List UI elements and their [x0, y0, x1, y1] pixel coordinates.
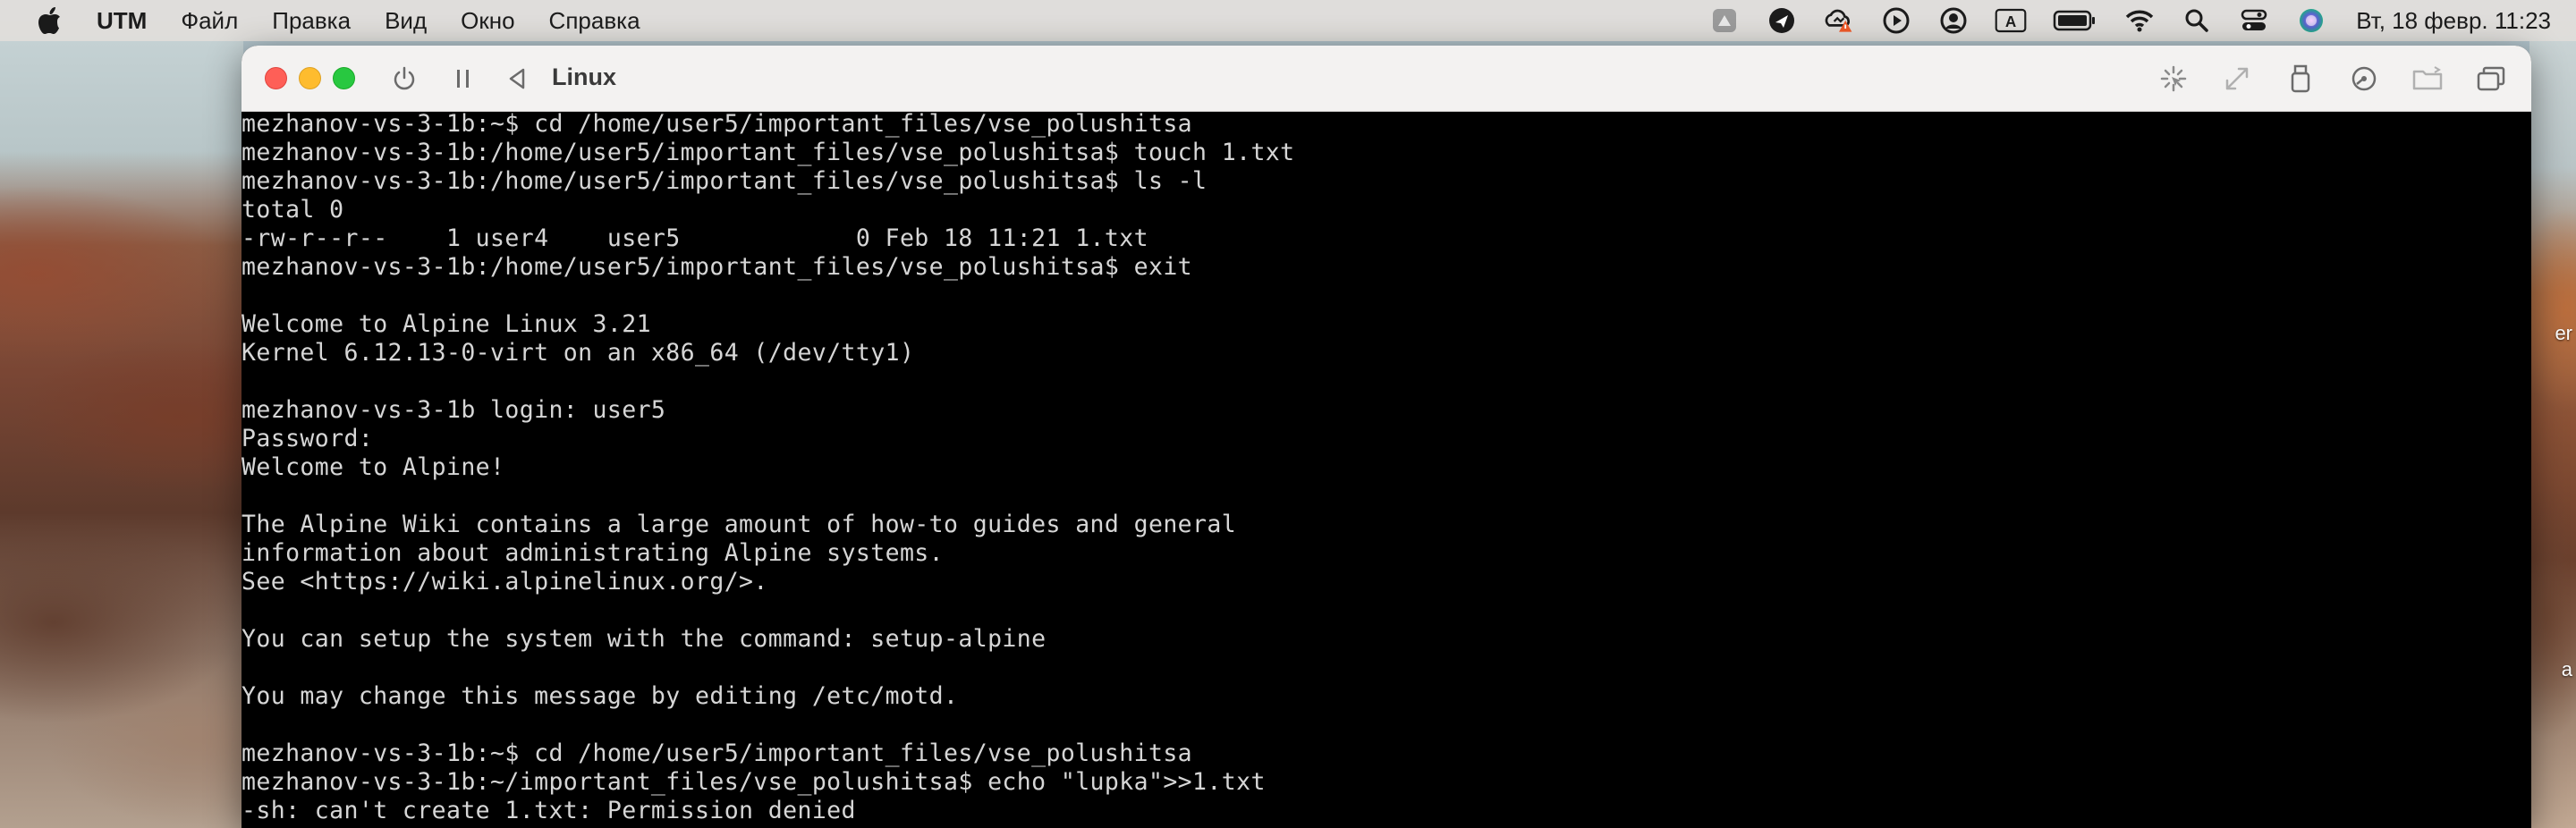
siri-icon[interactable]: [2295, 4, 2327, 37]
maximize-window-button[interactable]: [333, 67, 355, 89]
terminal-line: Welcome to Alpine!: [242, 453, 505, 481]
play-circle-icon[interactable]: [1880, 4, 1912, 37]
desktop-wallpaper-right: er a: [2529, 41, 2576, 828]
menu-window[interactable]: Окно: [461, 7, 514, 35]
terminal-line: The Alpine Wiki contains a large amount …: [242, 511, 1237, 538]
cursor-capture-icon[interactable]: [2157, 63, 2190, 95]
windows-icon[interactable]: [2475, 63, 2507, 95]
input-source-label: A: [2005, 13, 2016, 30]
terminal-line: Welcome to Alpine Linux 3.21: [242, 310, 651, 338]
close-window-button[interactable]: [265, 67, 287, 89]
battery-icon[interactable]: [2052, 4, 2098, 37]
terminal-line: mezhanov-vs-3-1b:~/important_files/vse_p…: [242, 768, 1266, 796]
terminal-line: mezhanov-vs-3-1b:~$ cd /home/user5/impor…: [242, 739, 1193, 767]
search-icon[interactable]: [2181, 4, 2213, 37]
terminal-line: Kernel 6.12.13-0-virt on an x86_64 (/dev…: [242, 339, 915, 367]
usb-icon[interactable]: [2284, 63, 2317, 95]
menu-view[interactable]: Вид: [385, 7, 427, 35]
menu-app-name[interactable]: UTM: [97, 7, 147, 35]
cloud-warning-icon[interactable]: [1823, 4, 1855, 37]
drive-icon[interactable]: [1708, 4, 1741, 37]
terminal-line: total 0: [242, 196, 344, 224]
power-icon[interactable]: [388, 63, 420, 95]
terminal-line: information about administrating Alpine …: [242, 539, 945, 567]
menu-help[interactable]: Справка: [549, 7, 640, 35]
user-circle-icon[interactable]: [1937, 4, 1970, 37]
terminal-line: mezhanov-vs-3-1b:/home/user5/important_f…: [242, 253, 1193, 281]
terminal-line: You may change this message by editing /…: [242, 682, 959, 710]
apple-icon[interactable]: [36, 5, 63, 36]
shared-folder-icon[interactable]: [2411, 63, 2444, 95]
menu-bar: UTM Файл Правка Вид Окно Справка A Вт, 1…: [0, 0, 2576, 41]
resize-icon[interactable]: [2221, 63, 2253, 95]
terminal-line: mezhanov-vs-3-1b:/home/user5/important_f…: [242, 167, 1208, 195]
menu-file[interactable]: Файл: [181, 7, 238, 35]
menu-bar-clock[interactable]: Вт, 18 февр. 11:23: [2356, 7, 2551, 35]
terminal-line: mezhanov-vs-3-1b login: user5: [242, 396, 666, 424]
terminal-line: Password:: [242, 425, 374, 452]
window-titlebar: Linux: [242, 46, 2531, 112]
terminal-line: See <https://wiki.alpinelinux.org/>.: [242, 568, 768, 596]
terminal-line: You can setup the system with the comman…: [242, 625, 1046, 653]
terminal-line: -rw-r--r-- 1 user4 user5 0 Feb 18 11:21 …: [242, 224, 1148, 252]
desktop-item-label[interactable]: a: [2562, 658, 2572, 681]
menu-edit[interactable]: Правка: [272, 7, 351, 35]
input-source-a-icon[interactable]: A: [1995, 4, 2027, 37]
utm-window: Linux mezhanov-vs-3-1b:~$ cd /home/user5…: [242, 46, 2531, 828]
minimize-window-button[interactable]: [299, 67, 321, 89]
terminal-line: mezhanov-vs-3-1b:/home/user5/important_f…: [242, 139, 1295, 166]
disk-icon[interactable]: [2348, 63, 2380, 95]
mail-arrow-icon[interactable]: [1766, 4, 1798, 37]
desktop-wallpaper-left: [0, 41, 243, 828]
desktop-item-label[interactable]: er: [2555, 322, 2572, 345]
terminal-line: -sh: can't create 1.txt: Permission deni…: [242, 797, 856, 824]
vm-terminal-display[interactable]: mezhanov-vs-3-1b:~$ cd /home/user5/impor…: [242, 110, 2531, 828]
window-title: Linux: [552, 63, 616, 90]
control-center-icon[interactable]: [2238, 4, 2270, 37]
terminal-line: mezhanov-vs-3-1b:~$ cd /home/user5/impor…: [242, 110, 1193, 138]
menu-bar-status-area: A Вт, 18 февр. 11:23: [1708, 0, 2551, 41]
pause-icon[interactable]: [447, 63, 479, 95]
back-icon[interactable]: [501, 63, 533, 95]
wifi-icon[interactable]: [2123, 4, 2156, 37]
